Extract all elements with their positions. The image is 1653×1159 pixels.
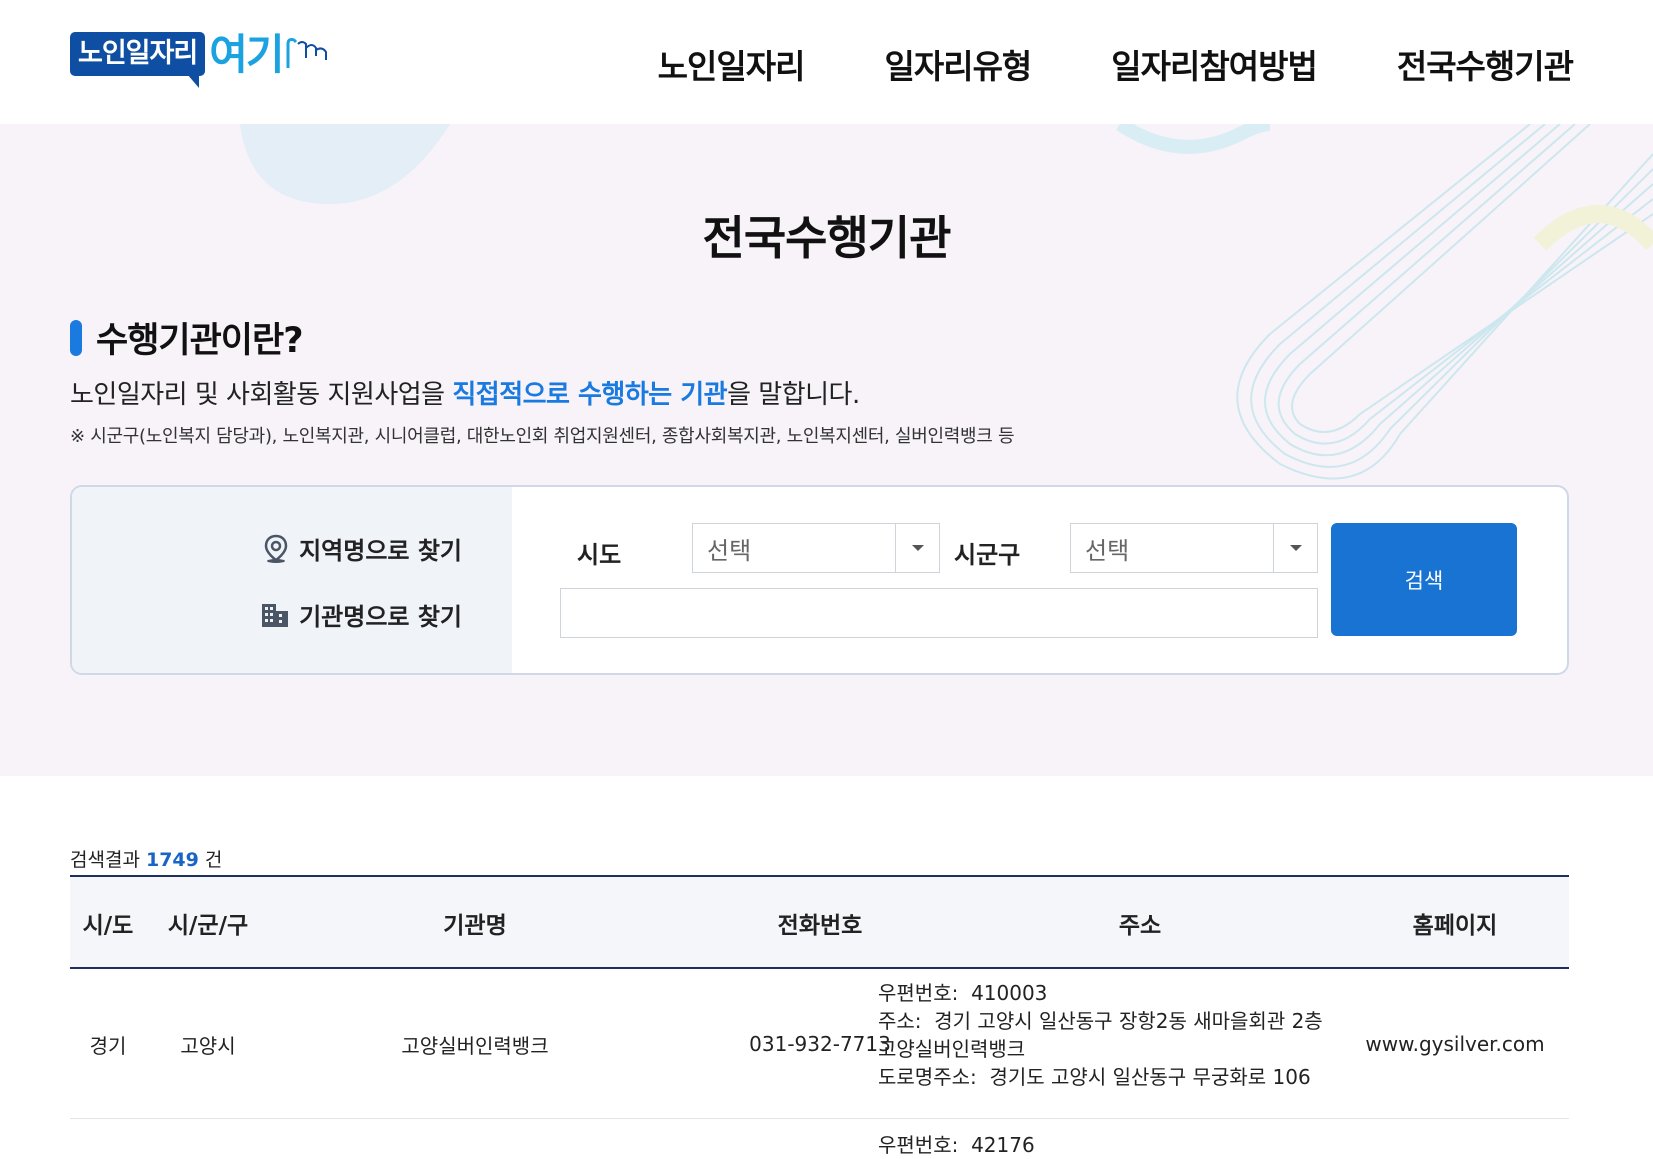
cell-org: 고양실버인력뱅크 [401,1033,549,1058]
postal-label: 우편번호: [878,1133,959,1157]
desc-before: 노인일자리 및 사회활동 지원사업을 [70,380,453,410]
result-count: 검색결과 1749 건 [70,845,222,872]
postal-line: 우편번호: 410003 [878,979,1338,1007]
site-header: 노인일자리 여기 노인일자리 일자리유형 일자리참여방법 전국수행기관 [0,0,1653,124]
search-mode-panel: 지역명으로 찾기 기관명으로 찾기 [72,487,512,673]
site-logo[interactable]: 노인일자리 여기 [70,32,330,90]
sido-select[interactable]: 선택 [692,523,940,573]
result-count-suffix: 건 [198,849,223,871]
section-header: 수행기관이란? [70,312,304,363]
search-panel: 지역명으로 찾기 기관명으로 찾기 시도 선택 시군구 선택 검색 [70,485,1569,675]
find-by-org-label: 기관명으로 찾기 [299,603,462,631]
cell-sigungu: 고양시 [180,1033,236,1058]
col-sido: 시/도 [82,913,134,939]
postal-value: 42176 [971,1133,1035,1157]
result-count-number: 1749 [145,849,199,871]
table-row: 경기 고양시 고양실버인력뱅크 031-932-7713 우편번호: 41000… [70,969,1569,1119]
col-org: 기관명 [443,913,507,939]
desc-highlight: 직접적으로 수행하는 기관 [452,380,728,410]
sigungu-select[interactable]: 선택 [1070,523,1318,573]
org-name-input[interactable] [560,588,1318,638]
results-table: 시/도 시/군/구 기관명 전화번호 주소 홈페이지 경기 고양시 고양실버인력… [70,875,1569,1159]
desc-after: 을 말합니다. [727,380,860,410]
search-button[interactable]: 검색 [1331,523,1517,636]
find-by-org[interactable]: 기관명으로 찾기 [261,597,462,632]
section-title: 수행기관이란? [96,321,304,361]
section-description: 노인일자리 및 사회활동 지원사업을 직접적으로 수행하는 기관을 말합니다. [70,374,860,411]
postal-label: 우편번호: [878,981,959,1005]
road-address-value: 경기도 고양시 일산동구 무궁화로 106 [989,1065,1311,1089]
page-title: 전국수행기관 [702,211,952,265]
chevron-down-icon[interactable] [1273,524,1317,572]
chevron-down-icon[interactable] [895,524,939,572]
nav-item-agencies[interactable]: 전국수행기관 [1397,40,1574,88]
logo-box: 노인일자리 [70,32,206,88]
hero-section: 전국수행기관 수행기관이란? 노인일자리 및 사회활동 지원사업을 직접적으로 … [0,124,1653,776]
address-line: 주소: 경기 고양시 일산동구 장항2동 새마을회관 2층 고양실버인력뱅크 [878,1007,1338,1063]
nav-item-job-types[interactable]: 일자리유형 [884,40,1032,88]
logo-text: 여기 [209,30,284,79]
nav-item-senior-jobs[interactable]: 노인일자리 [658,40,806,88]
road-address-label: 도로명주소: [878,1065,977,1089]
table-header: 시/도 시/군/구 기관명 전화번호 주소 홈페이지 [70,875,1569,969]
address-value: 경기 고양시 일산동구 장항2동 새마을회관 2층 고양실버인력뱅크 [878,1009,1323,1061]
col-phone: 전화번호 [777,913,863,939]
sigungu-label: 시군구 [954,541,1021,569]
main-nav: 노인일자리 일자리유형 일자리참여방법 전국수행기관 [578,40,1574,88]
sido-label: 시도 [577,541,622,569]
col-sigungu: 시/군/구 [167,913,249,939]
postal-value: 410003 [971,981,1048,1005]
result-count-prefix: 검색결과 [70,849,146,871]
address-label: 주소: [878,1009,922,1033]
cell-sido: 경기 [89,1033,127,1058]
find-by-region[interactable]: 지역명으로 찾기 [263,531,462,566]
road-address-line: 도로명주소: 경기도 고양시 일산동구 무궁화로 106 [878,1063,1338,1091]
col-homepage: 홈페이지 [1412,913,1498,939]
sido-select-value: 선택 [707,536,752,565]
sigungu-select-value: 선택 [1085,536,1130,565]
location-pin-icon [264,534,288,563]
col-address: 주소 [1118,913,1162,939]
cell-address: 우편번호: 410003 주소: 경기 고양시 일산동구 장항2동 새마을회관 … [878,979,1338,1091]
building-icon [262,603,289,627]
table-row: 우편번호: 42176 [70,1119,1569,1159]
section-note: ※ 시군구(노인복지 담당과), 노인복지관, 시니어클럽, 대한노인회 취업지… [70,426,1015,447]
nav-item-how-to-join[interactable]: 일자리참여방법 [1111,40,1318,88]
hand-pointer-icon [286,38,328,68]
cell-address: 우편번호: 42176 [878,1129,1035,1158]
find-by-region-label: 지역명으로 찾기 [299,537,462,565]
section-bar [70,319,82,356]
cell-homepage-link[interactable]: www.gysilver.com [1360,969,1550,1119]
